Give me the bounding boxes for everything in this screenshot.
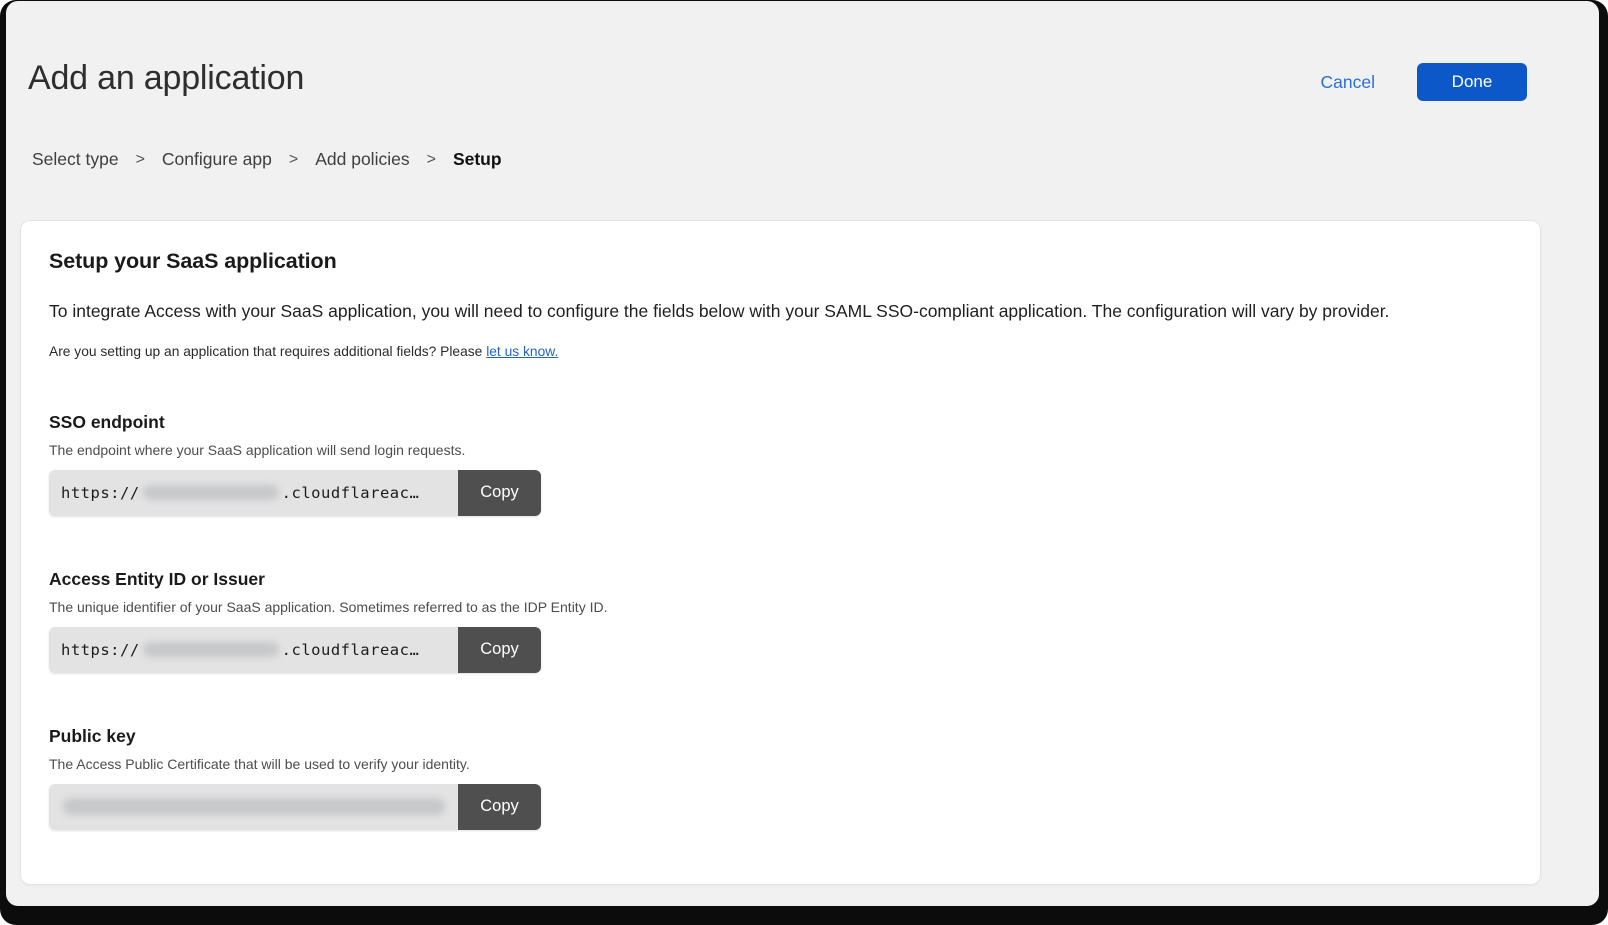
field-description: The endpoint where your SaaS application… — [49, 442, 1510, 458]
breadcrumb-separator: > — [427, 151, 436, 169]
breadcrumb-step-configure-app[interactable]: Configure app — [162, 149, 272, 170]
code-value-prefix: https:// — [61, 641, 140, 659]
breadcrumb-step-setup: Setup — [453, 149, 502, 170]
copy-button[interactable]: Copy — [458, 470, 541, 516]
card-title: Setup your SaaS application — [49, 249, 1510, 274]
redacted-value — [63, 798, 445, 815]
code-value: https:// .cloudflareac… — [49, 627, 458, 673]
field-description: The unique identifier of your SaaS appli… — [49, 599, 1510, 615]
field-group-entity-id: Access Entity ID or Issuer The unique id… — [49, 569, 1510, 673]
field-label: Access Entity ID or Issuer — [49, 569, 1510, 590]
field-label: Public key — [49, 726, 1510, 747]
sso-endpoint-field: https:// .cloudflareac… Copy — [49, 470, 541, 516]
page-header: Add an application Cancel Done — [6, 1, 1599, 101]
breadcrumb-step-select-type[interactable]: Select type — [32, 149, 119, 170]
field-group-public-key: Public key The Access Public Certificate… — [49, 726, 1510, 830]
card-note-text: Are you setting up an application that r… — [49, 344, 486, 359]
code-value-suffix: .cloudflareac… — [282, 641, 420, 659]
breadcrumb-separator: > — [136, 151, 145, 169]
field-group-sso-endpoint: SSO endpoint The endpoint where your Saa… — [49, 412, 1510, 516]
breadcrumb-separator: > — [289, 151, 298, 169]
public-key-field: Copy — [49, 784, 541, 830]
code-value-suffix: .cloudflareac… — [282, 484, 420, 502]
card-note: Are you setting up an application that r… — [49, 344, 1510, 359]
done-button[interactable]: Done — [1417, 63, 1527, 101]
code-value — [49, 784, 458, 830]
field-description: The Access Public Certificate that will … — [49, 756, 1510, 772]
setup-card: Setup your SaaS application To integrate… — [20, 220, 1541, 885]
code-value: https:// .cloudflareac… — [49, 470, 458, 516]
entity-id-field: https:// .cloudflareac… Copy — [49, 627, 541, 673]
page-title: Add an application — [28, 59, 304, 98]
app-page: Add an application Cancel Done Select ty… — [6, 1, 1599, 906]
breadcrumb: Select type > Configure app > Add polici… — [32, 149, 1599, 170]
breadcrumb-step-add-policies[interactable]: Add policies — [315, 149, 409, 170]
redacted-value — [143, 642, 279, 657]
code-value-prefix: https:// — [61, 484, 140, 502]
copy-button[interactable]: Copy — [458, 627, 541, 673]
screenshot-frame: Add an application Cancel Done Select ty… — [0, 0, 1608, 925]
header-actions: Cancel Done — [1321, 63, 1527, 101]
field-label: SSO endpoint — [49, 412, 1510, 433]
card-intro-text: To integrate Access with your SaaS appli… — [49, 300, 1510, 324]
cancel-button[interactable]: Cancel — [1321, 72, 1375, 93]
redacted-value — [143, 485, 279, 500]
copy-button[interactable]: Copy — [458, 784, 541, 830]
let-us-know-link[interactable]: let us know. — [486, 344, 558, 359]
